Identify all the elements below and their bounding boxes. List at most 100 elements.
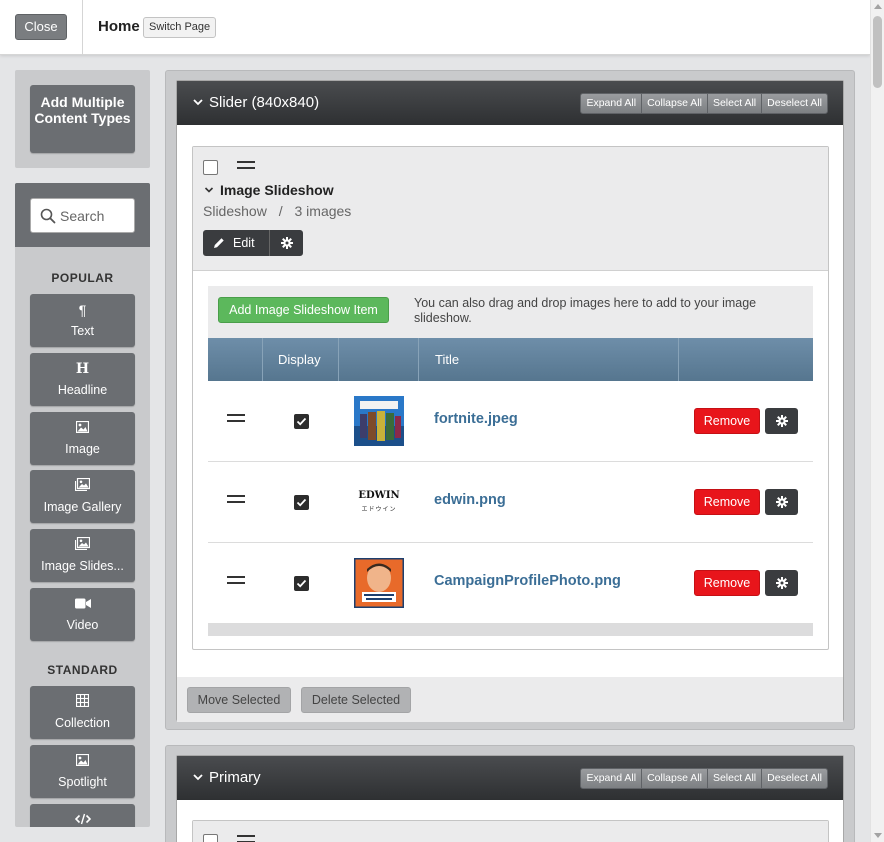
search-input[interactable] (60, 206, 132, 226)
drag-handle-icon[interactable] (237, 161, 255, 170)
select-all-button[interactable]: Select All (706, 93, 763, 114)
gear-icon (775, 496, 788, 508)
page-title: Home (98, 18, 140, 35)
table-row: EDWIN エドウイン edwin.png Remove (208, 462, 813, 543)
content-type-spotlight[interactable]: Spotlight (30, 745, 135, 798)
content-type-image-gallery[interactable]: Image Gallery (30, 470, 135, 523)
content-type-video[interactable]: Video (30, 588, 135, 641)
file-name-link[interactable]: fortnite.jpeg (434, 411, 518, 427)
chevron-down-icon[interactable] (192, 771, 204, 783)
item-header (193, 821, 828, 842)
row-settings-button[interactable] (765, 408, 798, 434)
collapse-all-button[interactable]: Collapse All (641, 93, 708, 114)
collapse-all-button[interactable]: Collapse All (641, 768, 708, 789)
display-checkbox[interactable] (294, 495, 309, 510)
drag-handle-icon[interactable] (237, 835, 255, 842)
sidebar-search-area (15, 183, 150, 247)
slideshow-gallery[interactable]: Add Image Slideshow Item You can also dr… (208, 286, 813, 636)
image-icon (30, 753, 135, 769)
gear-icon (775, 415, 788, 427)
column-header-actions (679, 338, 813, 381)
tile-label: Collection (55, 716, 110, 730)
pencil-icon (214, 238, 224, 248)
move-selected-button[interactable]: Move Selected (187, 687, 291, 713)
select-all-button[interactable]: Select All (706, 768, 763, 789)
primary-panel-title: Primary (209, 769, 261, 786)
remove-button[interactable]: Remove (694, 408, 760, 434)
content-type-collection[interactable]: Collection (30, 686, 135, 739)
topbar-divider (82, 0, 83, 55)
image-icon (30, 420, 135, 436)
switch-page-button[interactable]: Switch Page (143, 17, 217, 38)
content-type-text[interactable]: ¶ Text (30, 294, 135, 347)
remove-button[interactable]: Remove (694, 570, 760, 596)
slider-panel-body: Image Slideshow Slideshow / 3 images Edi… (177, 125, 843, 677)
header-button-group: Expand All Collapse All Select All Desel… (580, 93, 828, 114)
bulk-actions-bar: Move Selected Delete Selected (177, 677, 843, 722)
slider-panel-header[interactable]: Slider (840x840) Expand All Collapse All… (177, 81, 843, 125)
delete-selected-button[interactable]: Delete Selected (301, 687, 411, 713)
slider-region: Slider (840x840) Expand All Collapse All… (165, 70, 855, 730)
edit-button[interactable]: Edit (203, 230, 270, 256)
remove-button[interactable]: Remove (694, 489, 760, 515)
item-type: Slideshow (203, 203, 267, 219)
header-button-group: Expand All Collapse All Select All Desel… (580, 768, 828, 789)
row-settings-button[interactable] (765, 570, 798, 596)
column-header-title: Title (419, 338, 679, 381)
drag-handle-icon[interactable] (227, 576, 245, 585)
standard-heading: STANDARD (47, 663, 118, 677)
tile-label: Headline (57, 383, 108, 397)
content-type-code[interactable] (30, 804, 135, 827)
scroll-down-arrow-icon[interactable] (874, 833, 882, 838)
grid-icon (30, 694, 135, 710)
item-select-checkbox[interactable] (203, 160, 218, 175)
chevron-down-icon[interactable] (192, 96, 204, 108)
item-actions: Edit (203, 230, 303, 256)
code-icon (30, 812, 135, 827)
row-settings-button[interactable] (765, 489, 798, 515)
content-type-headline[interactable]: H Headline (30, 353, 135, 406)
tile-label: Image Gallery (43, 500, 122, 514)
image-slideshow-item: Image Slideshow Slideshow / 3 images Edi… (192, 146, 829, 650)
table-header: Display Title (208, 338, 813, 381)
display-checkbox[interactable] (294, 414, 309, 429)
table-row: fortnite.jpeg Remove (208, 381, 813, 462)
tile-label: Spotlight (58, 775, 107, 789)
table-row: CampaignProfilePhoto.png Remove (208, 543, 813, 624)
paragraph-icon: ¶ (78, 302, 87, 318)
scroll-up-arrow-icon[interactable] (874, 4, 882, 9)
chevron-down-icon[interactable] (204, 185, 214, 195)
table-footer (208, 624, 813, 636)
checkmark-icon (296, 417, 307, 426)
drag-handle-icon[interactable] (227, 495, 245, 504)
thumbnail-logo-subtext: エドウイン (361, 507, 397, 513)
item-title: Image Slideshow (220, 182, 334, 198)
slider-panel-title: Slider (840x840) (209, 94, 320, 111)
expand-all-button[interactable]: Expand All (580, 93, 643, 114)
expand-all-button[interactable]: Expand All (580, 768, 643, 789)
item-subtitle: Slideshow / 3 images (203, 203, 351, 219)
primary-panel-header[interactable]: Primary Expand All Collapse All Select A… (177, 756, 843, 800)
item-settings-button[interactable] (270, 230, 303, 256)
add-multiple-content-types-button[interactable]: Add Multiple Content Types (30, 85, 135, 153)
deselect-all-button[interactable]: Deselect All (761, 768, 828, 789)
deselect-all-button[interactable]: Deselect All (761, 93, 828, 114)
close-button[interactable]: Close (15, 14, 67, 40)
drag-handle-icon[interactable] (227, 414, 245, 423)
content-type-image[interactable]: Image (30, 412, 135, 465)
checkmark-icon (296, 498, 307, 507)
file-name-link[interactable]: edwin.png (434, 492, 506, 508)
page-scrollbar[interactable] (870, 0, 884, 842)
item-select-checkbox[interactable] (203, 834, 218, 842)
heading-icon: H (75, 361, 90, 377)
video-camera-icon (30, 596, 135, 612)
images-icon (30, 537, 135, 553)
add-slideshow-item-button[interactable]: Add Image Slideshow Item (218, 297, 389, 323)
search-field[interactable] (30, 198, 135, 233)
scrollbar-thumb[interactable] (873, 16, 882, 88)
content-type-image-slideshow[interactable]: Image Slides... (30, 529, 135, 582)
primary-panel-body (177, 800, 843, 842)
popular-heading: POPULAR (51, 271, 114, 285)
display-checkbox[interactable] (294, 576, 309, 591)
file-name-link[interactable]: CampaignProfilePhoto.png (434, 573, 621, 589)
